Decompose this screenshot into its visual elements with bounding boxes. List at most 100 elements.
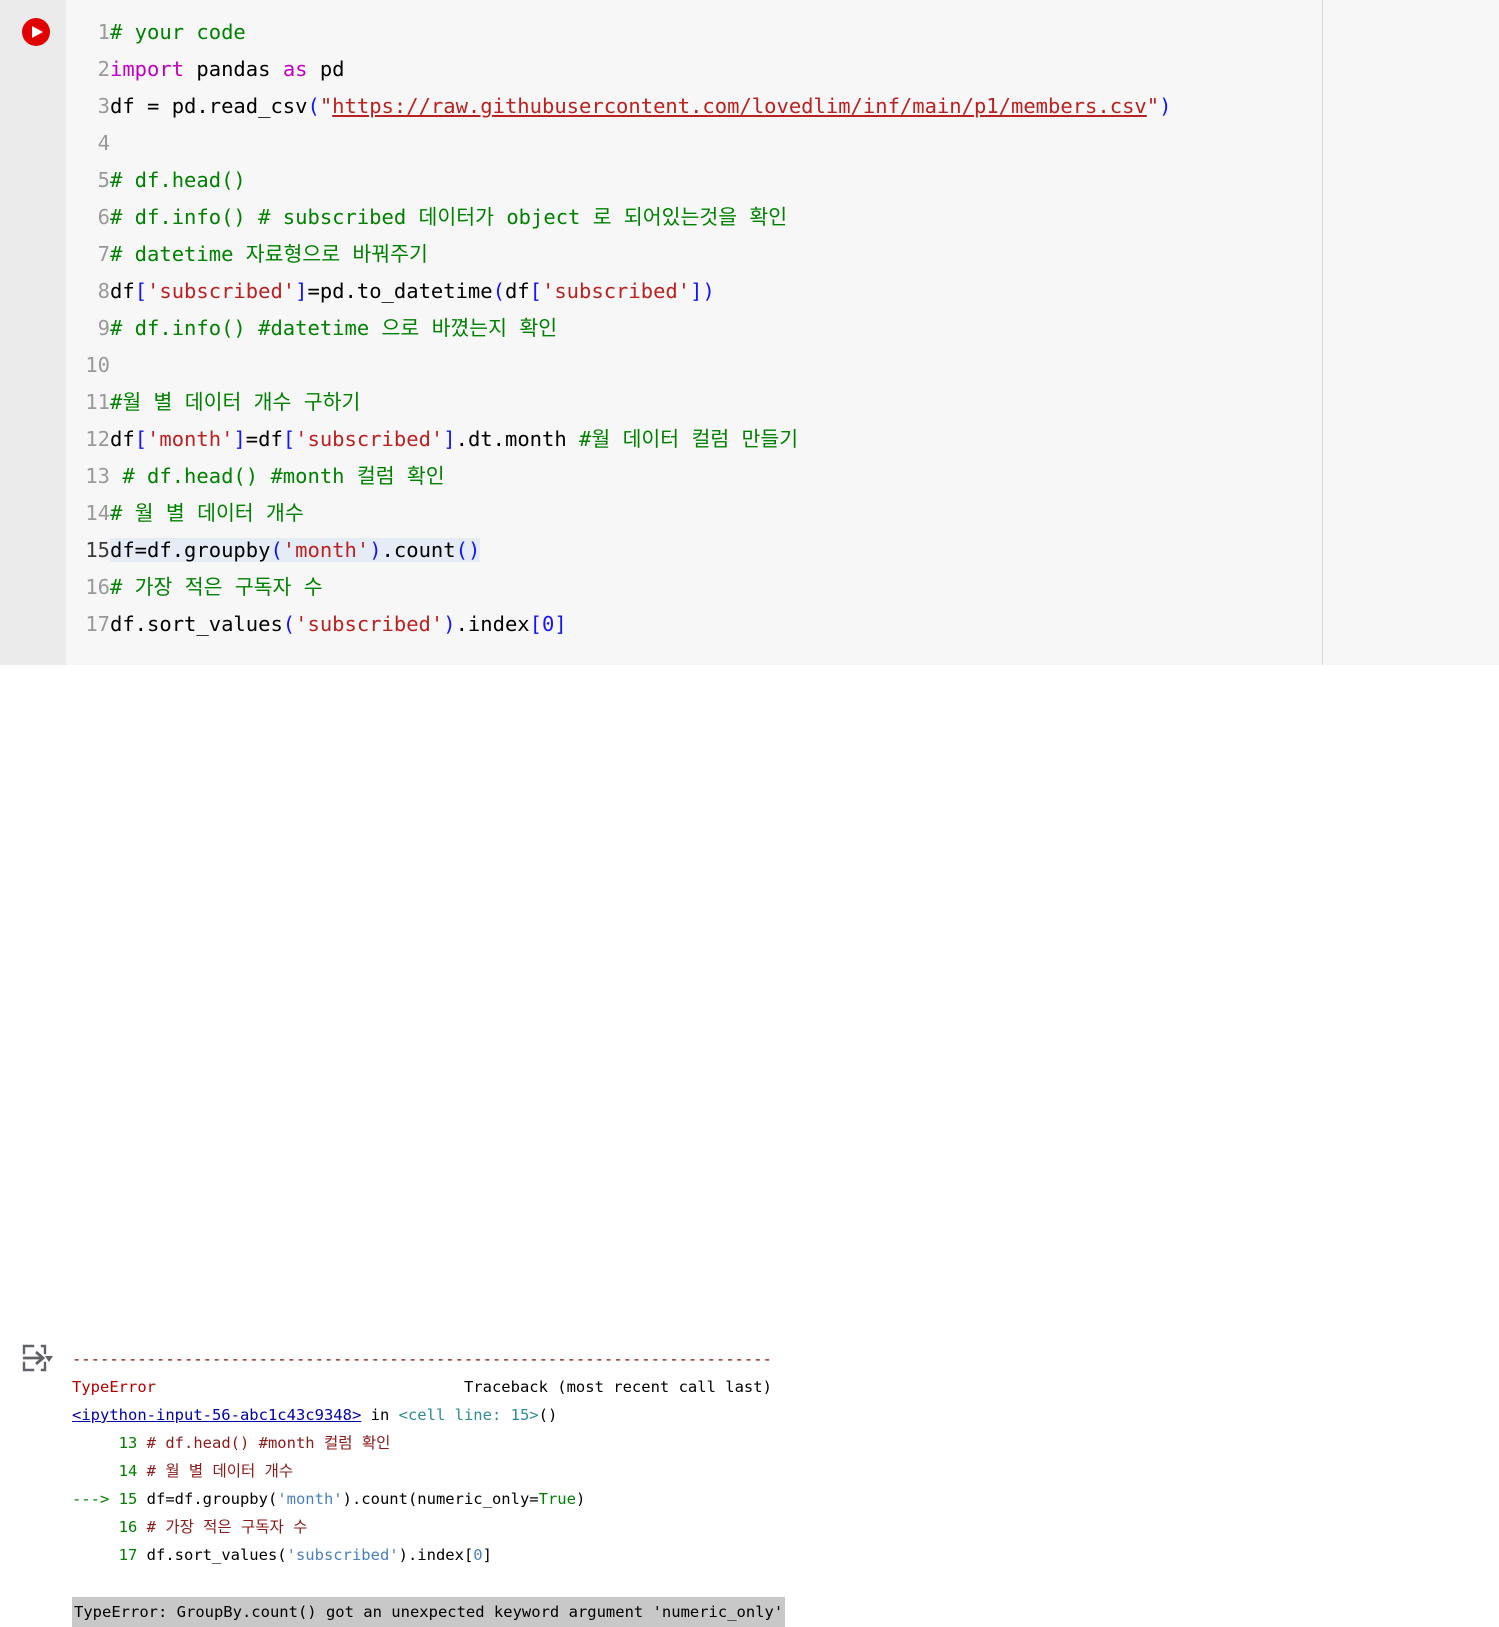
code-token: # df.info() # subscribed 데이터가 object 로 되… bbox=[110, 205, 788, 229]
code-token: =df bbox=[245, 427, 283, 451]
line-number: 8 bbox=[97, 279, 110, 303]
code-token: ) bbox=[1159, 94, 1172, 118]
traceback-token: 'subscribed' bbox=[286, 1546, 399, 1564]
code-token: ] bbox=[443, 427, 456, 451]
code-line[interactable]: 11#월 별 데이터 개수 구하기 bbox=[66, 384, 1171, 421]
traceback-token: df.sort_values( bbox=[137, 1546, 287, 1564]
code-token: df bbox=[110, 279, 135, 303]
code-token: ] bbox=[233, 427, 246, 451]
traceback-arrow bbox=[72, 1546, 109, 1564]
code-token: 'subscribed' bbox=[295, 427, 444, 451]
traceback-token: # df.head() #month 컬럼 확인 bbox=[137, 1434, 391, 1452]
code-token: # df.head() #month 컬럼 확인 bbox=[110, 464, 445, 488]
code-token: 'month' bbox=[282, 538, 370, 562]
code-token: " bbox=[319, 94, 333, 118]
traceback-code-line: 17 df.sort_values('subscribed').index[0] bbox=[72, 1541, 785, 1569]
separator-dashes: ----------------------------------------… bbox=[72, 1350, 772, 1368]
ipython-input-link[interactable]: <ipython-input-56-abc1c43c9348> bbox=[72, 1406, 361, 1424]
code-cell: 1# your code 2import pandas as pd 3df = pd… bbox=[0, 0, 1499, 665]
code-line[interactable]: 10 bbox=[66, 347, 1171, 384]
final-error-line: TypeError: GroupBy.count() got an unexpe… bbox=[72, 1597, 786, 1627]
code-line[interactable]: 5# df.head() bbox=[66, 162, 1171, 199]
code-token: ) bbox=[443, 612, 456, 636]
traceback-line-number: 14 bbox=[109, 1462, 138, 1480]
call-parens: () bbox=[538, 1406, 558, 1424]
code-line[interactable]: 4 bbox=[66, 125, 1171, 162]
line-number: 9 bbox=[97, 316, 110, 340]
code-token: df bbox=[504, 279, 530, 303]
code-token: import bbox=[110, 57, 185, 81]
line-number: 16 bbox=[85, 575, 110, 599]
code-line[interactable]: 2import pandas as pd bbox=[66, 51, 1171, 88]
code-token: [ bbox=[134, 279, 148, 303]
code-line-text: # df.info() # subscribed 데이터가 object 로 되… bbox=[110, 205, 787, 229]
code-token: df = pd.read_csv bbox=[110, 94, 308, 118]
traceback-token: ).index[ bbox=[398, 1546, 474, 1564]
code-line-text: # df.info() #datetime 으로 바꼈는지 확인 bbox=[110, 316, 557, 340]
code-line-text: df=df.groupby('month').count() bbox=[110, 538, 481, 562]
output-insert-arrow-icon[interactable] bbox=[20, 1343, 54, 1373]
code-token: ) bbox=[369, 538, 382, 562]
code-line[interactable]: 9# df.info() #datetime 으로 바꼈는지 확인 bbox=[66, 310, 1171, 347]
code-token: 'month' bbox=[147, 427, 234, 451]
code-token: [ bbox=[529, 279, 542, 303]
code-token: # df.head() bbox=[110, 168, 246, 192]
code-line[interactable]: 15df=df.groupby('month').count() bbox=[66, 532, 1171, 569]
traceback-code-line: ---> 15 df=df.groupby('month').count(num… bbox=[72, 1485, 785, 1513]
code-token: .index bbox=[455, 612, 530, 636]
code-token: .dt.month bbox=[455, 427, 580, 451]
cell-gutter bbox=[0, 0, 66, 665]
line-number: 11 bbox=[85, 390, 110, 414]
code-line[interactable]: 12df['month']=df['subscribed'].dt.month … bbox=[66, 421, 1171, 458]
code-token: df bbox=[110, 427, 135, 451]
line-number: 3 bbox=[97, 94, 110, 118]
code-line[interactable]: 6# df.info() # subscribed 데이터가 object 로 … bbox=[66, 199, 1171, 236]
code-token: [ bbox=[134, 427, 148, 451]
code-token: 'subscribed' bbox=[542, 279, 691, 303]
traceback-token: # 가장 적은 구독자 수 bbox=[137, 1518, 308, 1536]
line-number: 1 bbox=[97, 20, 110, 44]
code-token: # datetime 자료형으로 바꿔주기 bbox=[110, 242, 428, 266]
run-cell-button[interactable] bbox=[22, 18, 50, 46]
final-error-message: TypeError: GroupBy.count() got an unexpe… bbox=[72, 1597, 786, 1627]
code-token: =pd.to_datetime bbox=[307, 279, 493, 303]
in-keyword: in bbox=[361, 1406, 399, 1424]
code-line[interactable]: 3df = pd.read_csv("https://raw.githubuse… bbox=[66, 88, 1172, 125]
code-line[interactable]: 14# 월 별 데이터 개수 bbox=[66, 495, 1171, 532]
header-pad bbox=[156, 1378, 464, 1396]
traceback-arrow: ---> bbox=[72, 1490, 110, 1508]
line-number: 2 bbox=[97, 57, 110, 81]
code-line[interactable]: 16# 가장 적은 구독자 수 bbox=[66, 569, 1171, 606]
code-token: () bbox=[455, 538, 481, 562]
code-line[interactable]: 8df['subscribed']=pd.to_datetime(df['sub… bbox=[66, 273, 1171, 310]
traceback-separator: ----------------------------------------… bbox=[72, 1345, 785, 1373]
traceback-text: ----------------------------------------… bbox=[72, 1345, 786, 1627]
code-line-text: # 월 별 데이터 개수 bbox=[110, 501, 304, 525]
line-number: 6 bbox=[97, 205, 110, 229]
traceback-code-line: 13 # df.head() #month 컬럼 확인 bbox=[72, 1429, 785, 1457]
traceback-frame-ref: <ipython-input-56-abc1c43c9348> in <cell… bbox=[72, 1401, 785, 1429]
code-token: pandas bbox=[184, 57, 283, 81]
traceback-line-number: 13 bbox=[109, 1434, 138, 1452]
code-token: " bbox=[1146, 94, 1160, 118]
code-editor[interactable]: 1# your code 2import pandas as pd 3df = pd… bbox=[66, 0, 1499, 665]
code-line-text: # df.head() bbox=[110, 168, 246, 192]
traceback-code-line: 16 # 가장 적은 구독자 수 bbox=[72, 1513, 785, 1541]
code-url-link[interactable]: https://raw.githubusercontent.com/lovedl… bbox=[332, 94, 1147, 118]
line-number: 14 bbox=[85, 501, 110, 525]
code-line[interactable]: 1# your code bbox=[66, 14, 1171, 51]
code-token: pd bbox=[307, 57, 345, 81]
traceback-token: 'month' bbox=[277, 1490, 343, 1508]
code-token: ] bbox=[295, 279, 308, 303]
code-line[interactable]: 13 # df.head() #month 컬럼 확인 bbox=[66, 458, 1171, 495]
code-token: ( bbox=[492, 279, 505, 303]
code-line[interactable]: 7# datetime 자료형으로 바꿔주기 bbox=[66, 236, 1171, 273]
traceback-token: 0 bbox=[473, 1546, 483, 1564]
line-number: 12 bbox=[85, 427, 110, 451]
code-token: 'subscribed' bbox=[295, 612, 444, 636]
traceback-line-number: 15 bbox=[109, 1490, 138, 1508]
code-token: #월 별 데이터 개수 구하기 bbox=[110, 390, 361, 414]
line-number: 5 bbox=[97, 168, 110, 192]
traceback-arrow bbox=[72, 1434, 109, 1452]
code-line[interactable]: 17df.sort_values('subscribed').index[0] bbox=[66, 606, 1171, 643]
